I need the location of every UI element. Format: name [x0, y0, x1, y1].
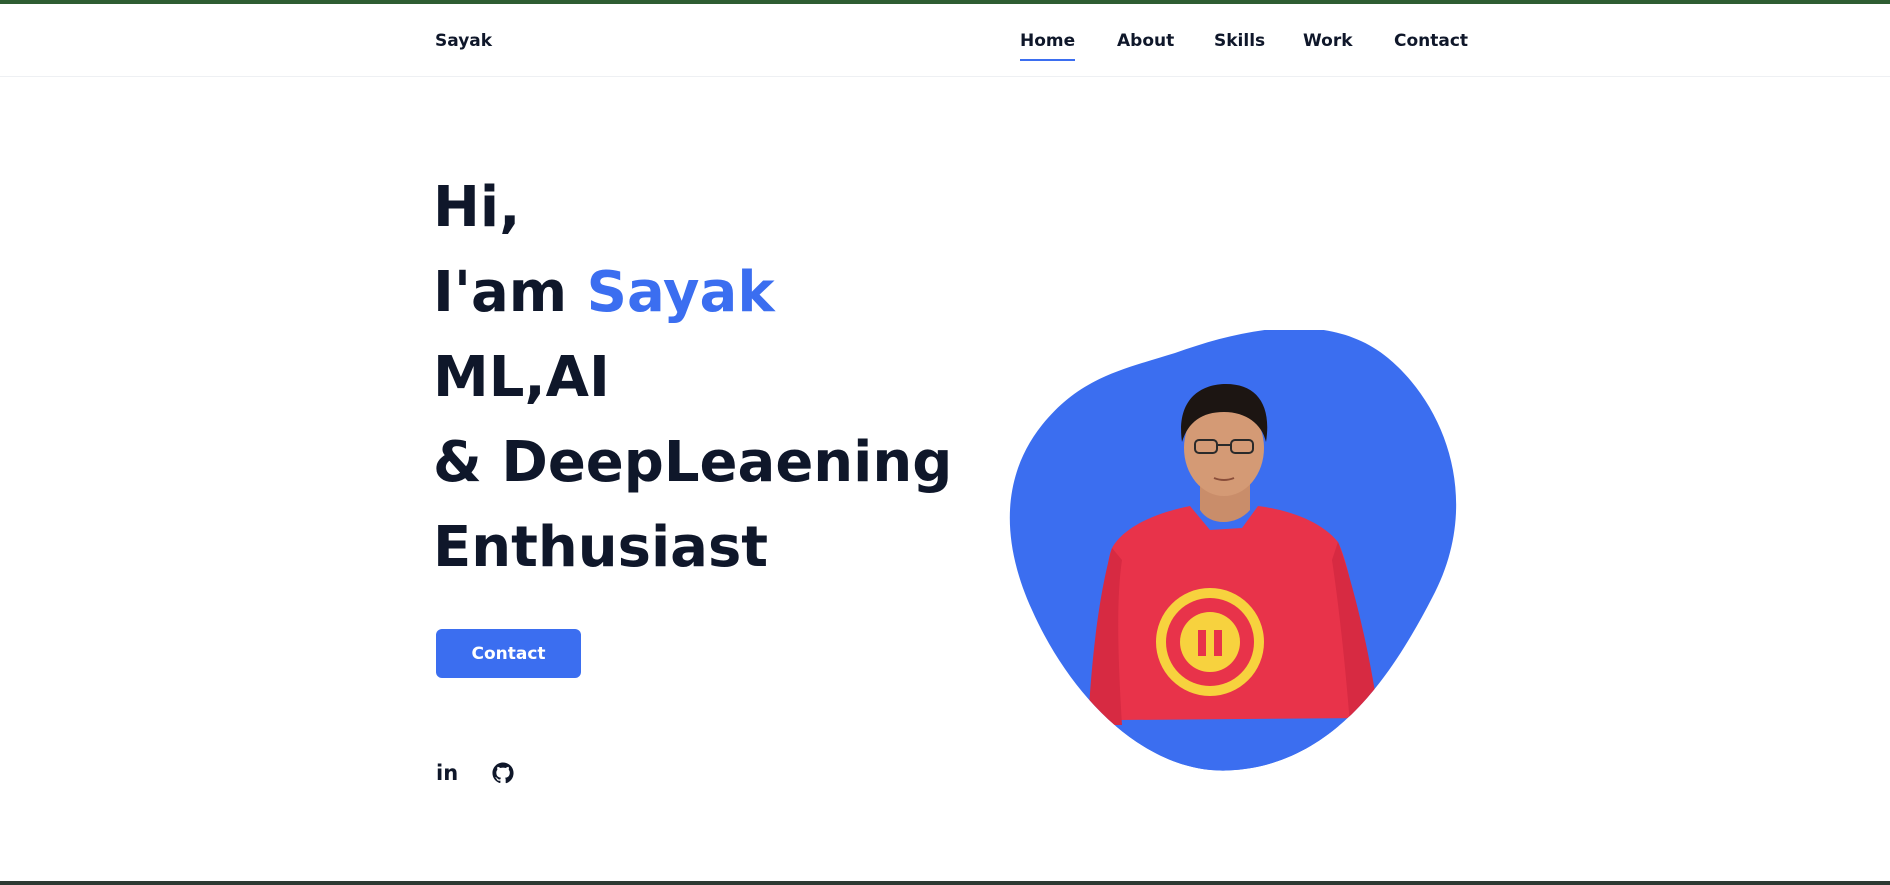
- main-nav: Home About Skills Work Contact: [0, 31, 1890, 61]
- nav-home[interactable]: Home: [1020, 31, 1076, 61]
- site-header: Sayak Home About Skills Work Contact: [0, 4, 1890, 77]
- hero-greeting: Hi,: [433, 175, 521, 240]
- nav-about[interactable]: About: [1117, 31, 1174, 51]
- hero-intro-prefix: I'am: [433, 260, 587, 325]
- nav-contact[interactable]: Contact: [1394, 31, 1468, 51]
- bottom-strip: [0, 881, 1890, 885]
- contact-button[interactable]: Contact: [436, 629, 581, 678]
- hero-field: ML,AI: [433, 345, 610, 410]
- hero-field-2: & DeepLeaening: [433, 430, 953, 495]
- github-icon[interactable]: [492, 762, 514, 784]
- linkedin-icon[interactable]: in: [436, 762, 458, 784]
- hero-intro: I'am Sayak: [433, 265, 775, 321]
- nav-work[interactable]: Work: [1303, 31, 1353, 51]
- hero-role: Enthusiast: [433, 515, 769, 580]
- hero-name: Sayak: [586, 260, 775, 325]
- nav-skills[interactable]: Skills: [1214, 31, 1265, 51]
- hero-portrait: [1000, 330, 1470, 775]
- github-glyph: [492, 762, 514, 784]
